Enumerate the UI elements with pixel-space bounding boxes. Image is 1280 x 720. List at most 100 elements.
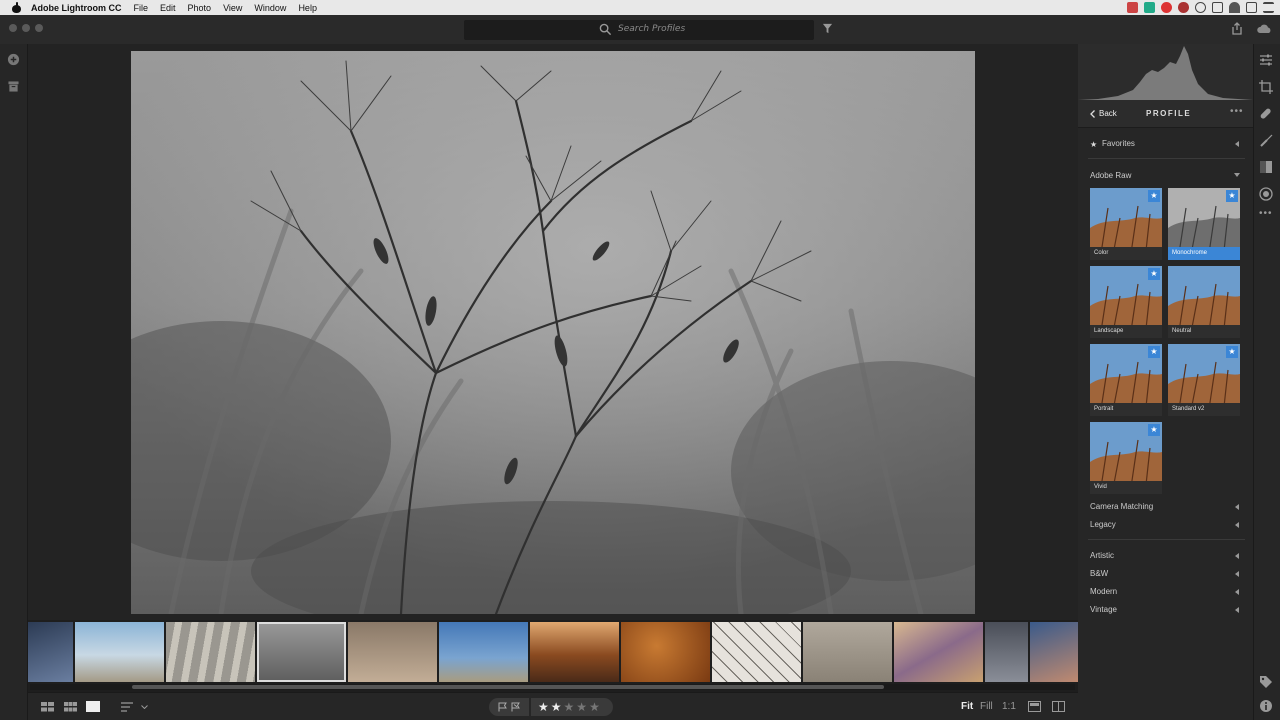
chevron-down-icon[interactable]	[141, 705, 148, 709]
filmstrip-thumbnail[interactable]	[1030, 622, 1078, 682]
favorite-star-icon[interactable]: ★	[1226, 346, 1238, 358]
camera-matching-section[interactable]: Camera Matching	[1090, 502, 1153, 511]
apple-icon[interactable]	[12, 1, 21, 13]
info-overlay-icon[interactable]	[1028, 701, 1041, 712]
zoom-fit-button[interactable]: Fit	[961, 701, 973, 712]
menu-photo[interactable]: Photo	[188, 3, 212, 13]
star-icon[interactable]: ★	[576, 700, 589, 714]
window-close-button[interactable]	[9, 24, 17, 32]
detail-view-icon[interactable]	[86, 701, 100, 712]
favorite-star-icon[interactable]: ★	[1148, 190, 1160, 202]
more-tools-icon[interactable]: •••	[1259, 208, 1273, 219]
menu-list-icon[interactable]	[1263, 2, 1274, 13]
star-icon[interactable]: ★	[589, 700, 602, 714]
menu-edit[interactable]: Edit	[160, 3, 176, 13]
square-grid-icon[interactable]	[41, 702, 54, 712]
modern-section[interactable]: Modern	[1090, 587, 1117, 596]
favorite-star-icon[interactable]: ★	[1148, 268, 1160, 280]
window-minimize-button[interactable]	[22, 24, 30, 32]
zoom-1to1-button[interactable]: 1:1	[1002, 701, 1016, 712]
favorites-section[interactable]: Favorites	[1102, 139, 1135, 148]
profile-thumbnail[interactable]: ★ Landscape	[1090, 266, 1162, 338]
profile-thumbnail[interactable]: ★ Portrait	[1090, 344, 1162, 416]
menu-app-name[interactable]: Adobe Lightroom CC	[31, 3, 122, 13]
collapse-triangle-icon[interactable]	[1235, 589, 1239, 595]
search-profiles-field[interactable]: Search Profiles	[464, 20, 814, 40]
expand-triangle-icon[interactable]	[1234, 173, 1240, 177]
collapse-triangle-icon[interactable]	[1235, 571, 1239, 577]
main-photo[interactable]	[131, 51, 975, 614]
favorite-star-icon[interactable]: ★	[1148, 346, 1160, 358]
back-chevron-icon[interactable]	[1090, 110, 1095, 118]
profile-thumbnail[interactable]: ★ Standard v2	[1168, 344, 1240, 416]
star-icon[interactable]: ★	[538, 700, 551, 714]
add-photos-icon[interactable]	[7, 53, 20, 66]
info-icon[interactable]	[1259, 699, 1273, 713]
filmstrip-thumbnail[interactable]	[712, 622, 801, 682]
compass-icon[interactable]	[1195, 2, 1206, 13]
flag-reject-icon[interactable]	[511, 702, 521, 712]
shield-icon[interactable]	[1178, 2, 1189, 13]
edit-sliders-icon[interactable]	[1259, 53, 1273, 67]
sort-icon[interactable]	[121, 702, 134, 712]
radial-gradient-icon[interactable]	[1259, 187, 1273, 201]
back-button[interactable]: Back	[1099, 109, 1117, 118]
share-icon[interactable]	[1231, 22, 1243, 35]
display-icon[interactable]	[1246, 2, 1257, 13]
favorite-star-icon[interactable]: ★	[1148, 424, 1160, 436]
creative-cloud-icon[interactable]	[1161, 2, 1172, 13]
library-icon[interactable]	[8, 81, 19, 92]
star-icon[interactable]: ★	[564, 700, 577, 714]
brush-icon[interactable]	[1259, 134, 1273, 148]
crop-icon[interactable]	[1259, 80, 1273, 94]
calendar-icon[interactable]	[1127, 2, 1138, 13]
filmstrip-thumbnail[interactable]	[621, 622, 710, 682]
menu-file[interactable]: File	[134, 3, 149, 13]
cloud-icon[interactable]	[1256, 23, 1272, 34]
filmstrip-thumbnail[interactable]	[439, 622, 528, 682]
star-icon[interactable]: ★	[551, 700, 564, 714]
app-tray-icon[interactable]	[1144, 2, 1155, 13]
more-options-icon[interactable]: •••	[1230, 106, 1244, 117]
flag-pick-icon[interactable]	[498, 702, 508, 712]
profile-thumbnail[interactable]: ★ Color	[1090, 188, 1162, 260]
healing-brush-icon[interactable]	[1259, 107, 1273, 121]
filmstrip-thumbnail[interactable]	[75, 622, 164, 682]
collapse-triangle-icon[interactable]	[1235, 504, 1239, 510]
filmstrip-thumbnail-selected[interactable]	[257, 622, 346, 682]
collapse-triangle-icon[interactable]	[1235, 522, 1239, 528]
filmstrip-scroll-thumb[interactable]	[132, 685, 884, 689]
filmstrip-thumbnail[interactable]	[894, 622, 983, 682]
collapse-triangle-icon[interactable]	[1235, 141, 1239, 147]
menu-window[interactable]: Window	[254, 3, 286, 13]
menu-help[interactable]: Help	[298, 3, 317, 13]
collapse-triangle-icon[interactable]	[1235, 553, 1239, 559]
filter-icon[interactable]	[822, 23, 833, 34]
menu-view[interactable]: View	[223, 3, 242, 13]
vintage-section[interactable]: Vintage	[1090, 605, 1117, 614]
filmstrip-thumbnail[interactable]	[803, 622, 892, 682]
filmstrip-thumbnail[interactable]	[348, 622, 437, 682]
artistic-section[interactable]: Artistic	[1090, 551, 1114, 560]
filmstrip-thumbnail[interactable]	[28, 622, 73, 682]
filmstrip-thumbnail[interactable]	[530, 622, 619, 682]
profile-thumbnail[interactable]: ★ Vivid	[1090, 422, 1162, 494]
favorite-star-icon[interactable]: ★	[1226, 190, 1238, 202]
window-zoom-button[interactable]	[35, 24, 43, 32]
profile-thumbnail[interactable]: Neutral	[1168, 266, 1240, 338]
compare-icon[interactable]	[1052, 701, 1065, 712]
zoom-fill-button[interactable]: Fill	[980, 701, 993, 712]
star-rating[interactable]: ★★★★★	[531, 698, 613, 716]
legacy-section[interactable]: Legacy	[1090, 520, 1116, 529]
wifi-icon[interactable]	[1229, 2, 1240, 13]
grid-view-icon[interactable]	[64, 702, 77, 712]
tag-icon[interactable]	[1259, 675, 1273, 689]
adobe-raw-section[interactable]: Adobe Raw	[1090, 171, 1131, 180]
collapse-triangle-icon[interactable]	[1235, 607, 1239, 613]
filmstrip-thumbnail[interactable]	[985, 622, 1028, 682]
bw-section[interactable]: B&W	[1090, 569, 1108, 578]
profile-thumbnail[interactable]: ★ Monochrome	[1168, 188, 1240, 260]
home-icon[interactable]	[1212, 2, 1223, 13]
linear-gradient-icon[interactable]	[1259, 160, 1273, 174]
filmstrip-thumbnail[interactable]	[166, 622, 255, 682]
